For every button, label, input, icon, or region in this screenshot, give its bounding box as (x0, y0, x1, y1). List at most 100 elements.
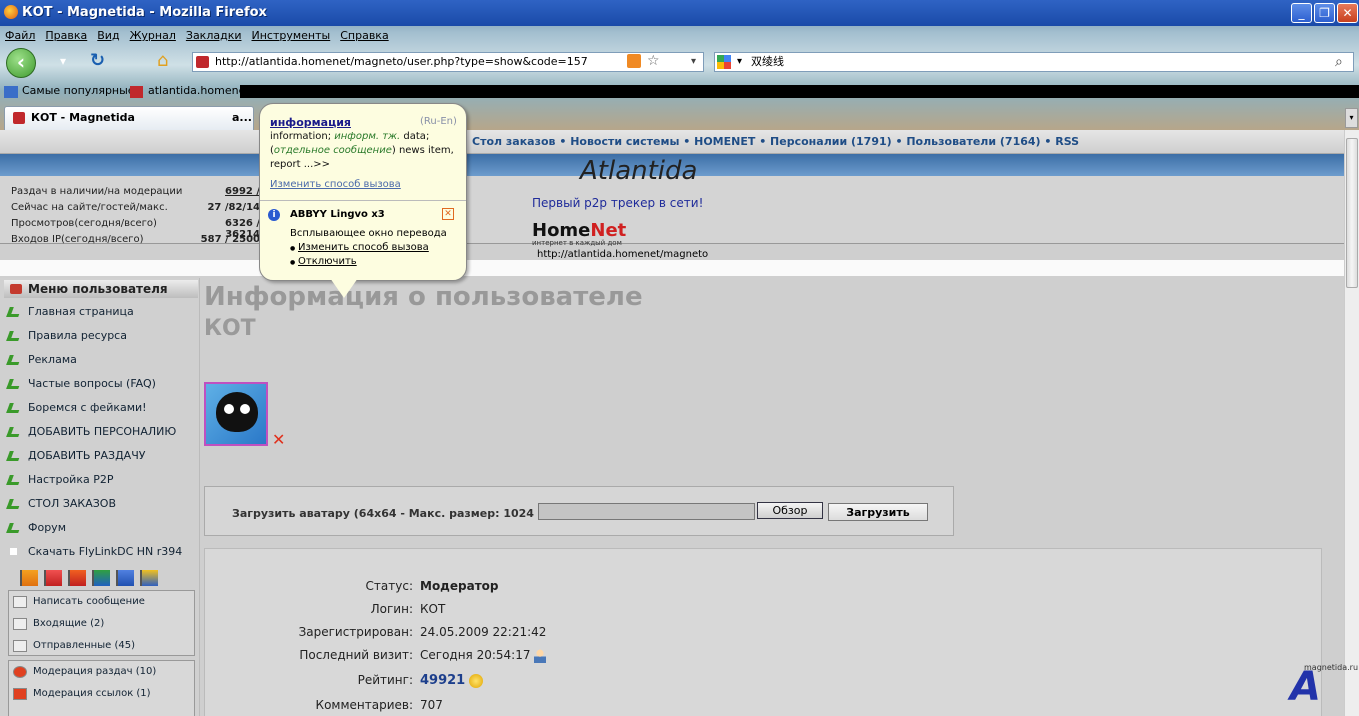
arrow-icon (6, 355, 22, 365)
top-navigation: Стол заказов • Новости системы • HOMENET… (0, 130, 1344, 154)
stat-value: 27 /82/14 (207, 202, 260, 213)
menu-bookmarks[interactable]: Закладки (181, 27, 247, 45)
menu-tools[interactable]: Инструменты (247, 27, 336, 45)
menu-edit[interactable]: Правка (40, 27, 92, 45)
disable-link[interactable]: Отключить (290, 256, 357, 267)
url-bar[interactable]: http://atlantida.homenet/magneto/user.ph… (192, 52, 704, 72)
orange-flag-icon[interactable] (20, 570, 38, 586)
back-button[interactable]: ‹ (6, 48, 36, 78)
menu-help[interactable]: Справка (335, 27, 393, 45)
bullet-icon (10, 548, 17, 555)
last-visit-value: Сегодня 20:54:17 (420, 648, 531, 662)
red-flag-icon[interactable] (68, 570, 86, 586)
arrow-icon (6, 499, 22, 509)
write-message-link[interactable]: Написать сообщение (13, 596, 145, 608)
tab-active[interactable]: КОТ - Magnetida а... (4, 106, 254, 130)
change-method-link[interactable]: Изменить способ вызова (290, 242, 429, 253)
bookmark-atlantida[interactable]: atlantida.homenet (148, 84, 250, 97)
info-icon: i (268, 209, 280, 221)
inbox-link[interactable]: Входящие (2) (13, 618, 104, 630)
sidebar-item-faq[interactable]: Частые вопросы (FAQ) (6, 375, 156, 393)
translated-word[interactable]: информация (270, 116, 351, 129)
last-visit-row: Сегодня 20:54:17 (420, 648, 547, 663)
star-icon[interactable]: ☆ (647, 52, 660, 70)
sidebar-item-home[interactable]: Главная страница (6, 303, 134, 321)
google-icon[interactable] (717, 55, 731, 69)
stat-value[interactable]: 6992 / (190, 186, 260, 197)
window-title: КОТ - Magnetida - Mozilla Firefox (22, 5, 267, 20)
menu-history[interactable]: Журнал (125, 27, 181, 45)
change-invocation-link[interactable]: Изменить способ вызова (270, 179, 401, 190)
reload-icon[interactable]: ↻ (90, 50, 105, 71)
sidebar-item-p2p[interactable]: Настройка P2P (6, 471, 113, 489)
search-box[interactable]: ▾ 双绫线 ⌕ (714, 52, 1354, 72)
sidebar-item-orders[interactable]: СТОЛ ЗАКАЗОВ (6, 495, 116, 513)
avatar (204, 382, 268, 446)
close-button[interactable]: ✕ (1337, 3, 1358, 23)
menu-view[interactable]: Вид (92, 27, 124, 45)
tab-bar: КОТ - Magnetida а... ▾ (0, 104, 1359, 130)
green-flag-icon[interactable] (92, 570, 110, 586)
navigation-toolbar: ‹ ▾ ↻ ⌂ http://atlantida.homenet/magneto… (0, 46, 1359, 78)
status-label: Статус: (365, 579, 413, 593)
browse-button[interactable]: Обзор (757, 502, 823, 519)
page-scrollbar[interactable] (1344, 130, 1359, 716)
sidebar-item-download[interactable]: Скачать FlyLinkDC HN r394 (6, 543, 182, 561)
menubar: Файл Правка Вид Журнал Закладки Инструме… (0, 27, 400, 45)
delete-avatar-icon[interactable]: ✕ (272, 430, 285, 449)
sent-link[interactable]: Отправленные (45) (13, 640, 135, 652)
search-icon[interactable]: ⌕ (1335, 53, 1343, 71)
tab-label-extra: а... (232, 111, 252, 124)
sidebar-item-ads[interactable]: Реклама (6, 351, 77, 369)
flag-icons (20, 570, 158, 586)
popup-description: Всплывающее окно перевода (290, 228, 447, 239)
flag-icon (13, 688, 27, 700)
homenet-logo: HomeNet (532, 220, 627, 241)
arrow-icon (6, 403, 22, 413)
sidebar-item-rules[interactable]: Правила ресурса (6, 327, 127, 345)
top-nav-links[interactable]: Стол заказов • Новости системы • HOMENET… (472, 130, 1079, 154)
maximize-button[interactable]: ❐ (1314, 3, 1335, 23)
scrollbar-thumb[interactable] (1346, 138, 1358, 288)
sidebar-item-fakes[interactable]: Боремся с фейками! (6, 399, 147, 417)
tab-label: КОТ - Magnetida (31, 111, 135, 124)
user-online-icon (534, 648, 547, 663)
close-icon[interactable]: ✕ (442, 208, 454, 220)
tab-list-icon[interactable]: ▾ (1345, 108, 1358, 128)
page-title: Информация о пользователе (204, 282, 643, 312)
bookmark-folder-icon (4, 86, 18, 98)
yellow-flag-icon[interactable] (140, 570, 158, 586)
arrow-icon (6, 523, 22, 533)
sidebar-item-forum[interactable]: Форум (6, 519, 66, 537)
comments-value: 707 (420, 698, 443, 712)
file-input[interactable] (538, 503, 755, 520)
rating-row: 49921 (420, 673, 484, 688)
language-pair: (Ru-En) (420, 116, 457, 127)
bookmark-most-visited[interactable]: Самые популярные (22, 84, 135, 97)
moderate-links-link[interactable]: Модерация ссылок (1) (13, 688, 151, 700)
sun-icon (469, 673, 484, 688)
blue-flag-icon[interactable] (116, 570, 134, 586)
rss-icon[interactable] (627, 54, 641, 68)
redaction-bar (240, 85, 1359, 98)
arrow-icon (6, 307, 22, 317)
sidebar-item-add-release[interactable]: ДОБАВИТЬ РАЗДАЧУ (6, 447, 145, 465)
minimize-button[interactable]: _ (1291, 3, 1312, 23)
envelope-icon (13, 618, 27, 630)
search-engine-dropdown-icon[interactable]: ▾ (737, 53, 742, 71)
upload-button[interactable]: Загрузить (828, 503, 928, 521)
arrow-icon (6, 451, 22, 461)
url-dropdown-icon[interactable]: ▾ (691, 53, 696, 71)
menu-file[interactable]: Файл (0, 27, 40, 45)
site-header: Раздач в наличии/на модерации 6992 / Сей… (0, 176, 1344, 245)
stop-icon (13, 666, 27, 678)
site-logo[interactable]: Atlantida (580, 156, 697, 186)
status-value: Модератор (420, 579, 499, 593)
home-icon[interactable]: ⌂ (157, 50, 168, 71)
red-flag-icon[interactable] (44, 570, 62, 586)
history-dropdown-icon[interactable]: ▾ (60, 54, 66, 68)
sidebar-item-add-person[interactable]: ДОБАВИТЬ ПЕРСОНАЛИЮ (6, 423, 176, 441)
moderation-box: Модерация раздач (10) Модерация ссылок (… (8, 660, 195, 716)
moderate-releases-link[interactable]: Модерация раздач (10) (13, 666, 156, 678)
watermark-logo-icon: A (1290, 664, 1321, 710)
